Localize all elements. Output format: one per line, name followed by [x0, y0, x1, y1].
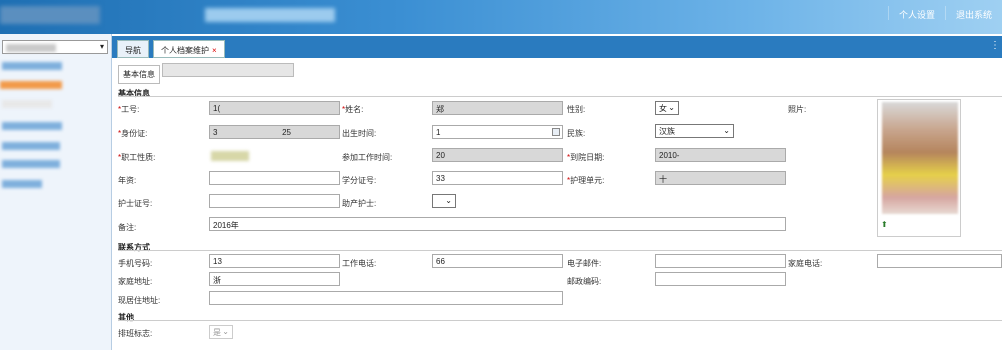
more-menu-icon[interactable]: ⋮	[990, 40, 1000, 51]
maternity-select[interactable]: ⌄	[432, 194, 456, 208]
calendar-icon[interactable]	[552, 128, 560, 136]
grade-input[interactable]	[209, 171, 340, 185]
current-addr-label: 现居住地址:	[118, 296, 161, 305]
sidebar-dept-select[interactable]: ▾	[2, 40, 108, 54]
mobile-label: 手机号码:	[118, 259, 153, 268]
chevron-down-icon: ⌄	[668, 103, 675, 112]
sidebar-item[interactable]	[0, 140, 110, 151]
sidebar-item[interactable]	[0, 178, 110, 189]
gender-select[interactable]: 女 ⌄	[655, 101, 679, 115]
name-label: *姓名:	[342, 105, 364, 114]
upload-icon[interactable]: ⬆	[881, 220, 888, 229]
id-card-input[interactable]: 3 25	[209, 125, 340, 139]
home-phone-label: 家庭电话:	[788, 259, 823, 268]
address-label: 家庭地址:	[118, 277, 153, 286]
work-phone-input[interactable]: 66	[432, 254, 563, 268]
email-label: 电子邮件:	[567, 259, 602, 268]
sidebar-item[interactable]	[0, 60, 110, 71]
chevron-down-icon: ▾	[99, 42, 104, 51]
section-other: 其他	[118, 313, 134, 322]
current-addr-input[interactable]	[209, 291, 563, 305]
address-input[interactable]: 浙	[209, 272, 340, 286]
ethnic-select[interactable]: 汉族 ⌄	[655, 124, 734, 138]
gender-value: 女	[659, 104, 667, 113]
license-input[interactable]: 33	[432, 171, 563, 185]
work-type-label: *职工性质:	[118, 153, 156, 162]
remark-label: 备注:	[118, 223, 137, 232]
start-work-label: 参加工作时间:	[342, 153, 393, 162]
id-card-label: *身份证:	[118, 129, 148, 138]
birth-value: 1	[436, 128, 441, 137]
email-input[interactable]	[655, 254, 786, 268]
unit-label: *护理单元:	[567, 176, 605, 185]
remark-input[interactable]: 2016年	[209, 217, 786, 231]
ethnic-value: 汉族	[659, 127, 675, 136]
sidebar-item-active[interactable]	[0, 79, 110, 90]
top-header: 个人设置 退出系统	[0, 0, 1002, 34]
divider	[118, 320, 1002, 321]
close-icon[interactable]: ×	[212, 46, 217, 55]
gender-label: 性别:	[567, 105, 586, 114]
tab-bar: 导航 个人档案维护 ×	[112, 36, 1002, 58]
name-input[interactable]: 郑	[432, 101, 563, 115]
subtab-basic[interactable]: 基本信息	[118, 65, 160, 84]
id-card-value: 3	[213, 128, 218, 137]
nurse-no-label: 护士证号:	[118, 199, 153, 208]
tab-profile-label: 个人档案维护	[161, 46, 209, 55]
sidebar: ▾	[0, 34, 112, 350]
work-type-value	[211, 151, 249, 161]
subtab-blurred[interactable]	[162, 63, 295, 77]
schedule-label: 排班标志:	[118, 329, 153, 338]
dept-value	[6, 44, 56, 52]
hire-date-input[interactable]: 2010-	[655, 148, 786, 162]
id-card-tail: 25	[282, 128, 291, 137]
tab-nav[interactable]: 导航	[117, 40, 149, 58]
divider	[118, 250, 1002, 251]
sidebar-item[interactable]	[0, 120, 110, 131]
schedule-value: 是	[213, 328, 221, 337]
emp-id-input[interactable]: 1(	[209, 101, 340, 115]
work-phone-label: 工作电话:	[342, 259, 377, 268]
tab-profile[interactable]: 个人档案维护 ×	[153, 40, 225, 58]
section-contact: 联系方式	[118, 243, 150, 252]
app-logo	[0, 6, 100, 24]
tab-nav-label: 导航	[125, 46, 141, 55]
photo-label: 照片:	[788, 105, 807, 114]
photo-frame: ⬆	[877, 99, 961, 237]
chevron-down-icon: ⌄	[723, 126, 730, 135]
start-work-input[interactable]: 20	[432, 148, 563, 162]
top-nav: 个人设置 退出系统	[887, 0, 1002, 26]
mobile-input[interactable]: 13	[209, 254, 340, 268]
nurse-no-input[interactable]	[209, 194, 340, 208]
birth-label: 出生时间:	[342, 129, 377, 138]
logout-link[interactable]: 退出系统	[946, 0, 1002, 26]
grade-label: 年资:	[118, 176, 137, 185]
personal-settings-link[interactable]: 个人设置	[889, 0, 945, 26]
chevron-down-icon: ⌄	[445, 196, 452, 205]
hire-date-label: *到院日期:	[567, 153, 605, 162]
ethnic-label: 民族:	[567, 129, 586, 138]
maternity-label: 助产护士:	[342, 199, 377, 208]
emp-id-label: *工号:	[118, 105, 140, 114]
zip-input[interactable]	[655, 272, 786, 286]
divider	[118, 96, 1002, 97]
sidebar-item[interactable]	[0, 158, 110, 169]
profile-photo	[882, 102, 958, 214]
home-phone-input[interactable]	[877, 254, 1002, 268]
birth-input[interactable]: 1	[432, 125, 563, 139]
subtab-bar: 基本信息	[118, 63, 295, 84]
zip-label: 邮政编码:	[567, 277, 602, 286]
section-basic: 基本信息	[118, 89, 150, 98]
unit-input[interactable]: 十	[655, 171, 786, 185]
chevron-down-icon: ⌄	[222, 327, 229, 336]
sidebar-item[interactable]	[0, 98, 110, 109]
license-label: 学分证号:	[342, 176, 377, 185]
system-title	[205, 8, 335, 22]
schedule-select[interactable]: 是 ⌄	[209, 325, 233, 339]
